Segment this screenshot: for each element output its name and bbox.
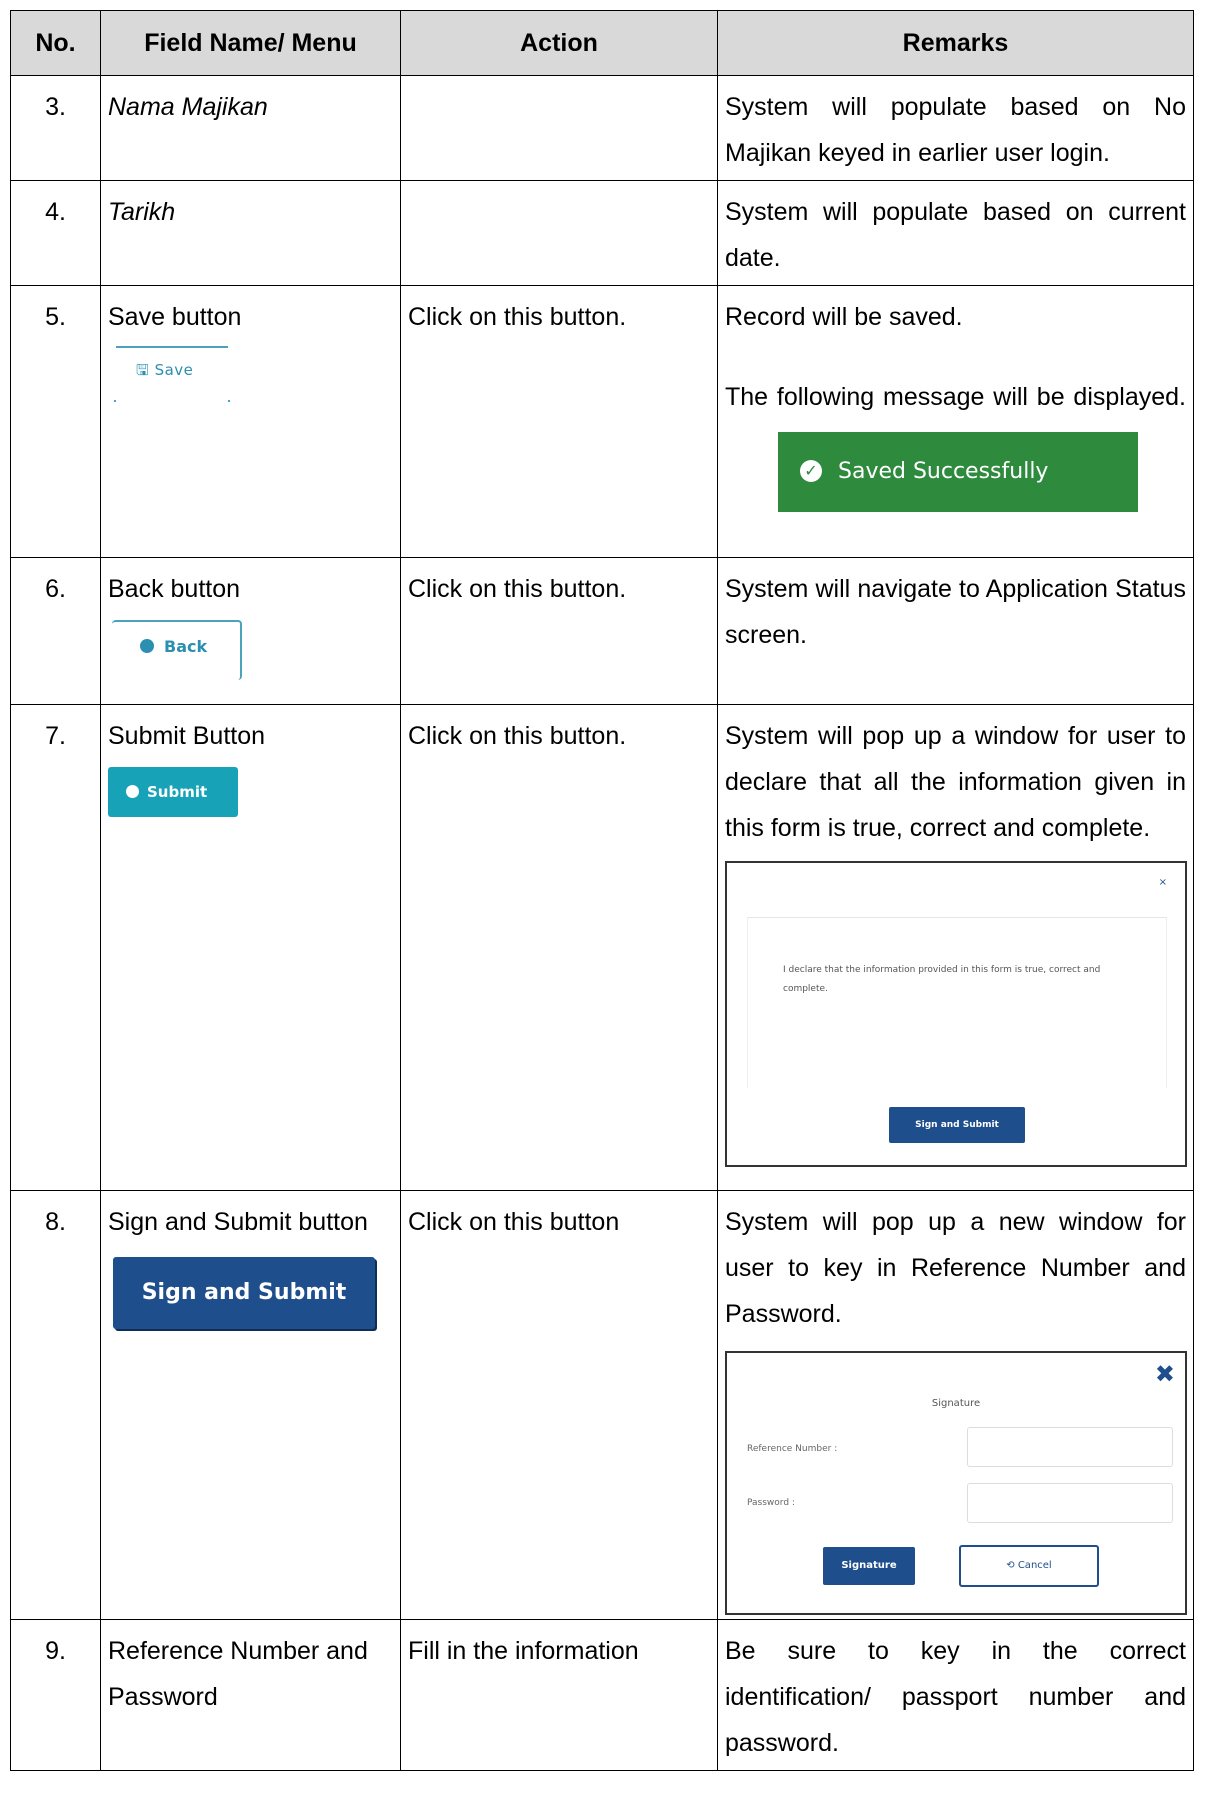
row-number: 6. — [10, 557, 101, 705]
back-button[interactable]: Back — [112, 620, 242, 680]
action-cell: Click on this button. — [400, 285, 718, 558]
remarks-cell: System will pop up a window for user to … — [717, 704, 1194, 1191]
row-number: 4. — [10, 180, 101, 286]
table-row: 5. Save button 🖫 Save Click on this butt… — [10, 285, 1194, 558]
table-row: 9. Reference Number and Password Fill in… — [10, 1619, 1194, 1771]
header-row: No. Field Name/ Menu Action Remarks — [10, 10, 1194, 76]
floppy-icon: 🖫 — [136, 361, 150, 379]
remarks-cell: Be sure to key in the correct identifica… — [717, 1619, 1194, 1771]
header-action: Action — [400, 10, 718, 76]
field-name: Sign and Submit button Sign and Submit — [100, 1190, 401, 1620]
field-name: Tarikh — [100, 180, 401, 286]
action-cell: Click on this button. — [400, 704, 718, 1191]
submit-button[interactable]: Submit — [108, 767, 238, 817]
field-name: Submit Button Submit — [100, 704, 401, 1191]
remarks-cell: Record will be saved. The following mess… — [717, 285, 1194, 558]
arrow-right-circle-icon — [126, 785, 139, 798]
action-cell — [400, 75, 718, 181]
row-number: 8. — [10, 1190, 101, 1620]
table-row: 3. Nama Majikan System will populate bas… — [10, 75, 1194, 181]
field-label: Save button — [108, 303, 242, 331]
remarks-cell: System will pop up a new window for user… — [717, 1190, 1194, 1620]
row-number: 9. — [10, 1619, 101, 1771]
save-button-label: 🖫 Save — [136, 361, 194, 379]
remarks-text: System will pop up a new window for user… — [725, 1208, 1186, 1328]
spec-table: No. Field Name/ Menu Action Remarks 3. N… — [10, 10, 1194, 1771]
remarks-cell: System will populate based on current da… — [717, 180, 1194, 286]
header-no: No. — [10, 10, 101, 76]
popup-title: Signature — [931, 1398, 981, 1409]
save-button[interactable]: 🖫 Save — [112, 346, 232, 404]
action-cell — [400, 180, 718, 286]
popup-body — [747, 917, 1167, 1088]
success-banner: ✓ Saved Successfully — [778, 432, 1138, 512]
password-input[interactable] — [967, 1483, 1173, 1523]
declaration-text: I declare that the information provided … — [783, 965, 1101, 994]
divider — [228, 400, 230, 402]
password-label: Password : — [747, 1498, 795, 1508]
field-label: Back button — [108, 575, 241, 603]
field-label: Submit Button — [108, 722, 266, 750]
action-cell: Click on this button. — [400, 557, 718, 705]
row-number: 7. — [10, 704, 101, 1191]
close-icon[interactable]: × — [1159, 877, 1167, 889]
reference-number-label: Reference Number : — [747, 1444, 838, 1454]
row-number: 5. — [10, 285, 101, 558]
field-name: Back button Back — [100, 557, 401, 705]
remarks-text: Record will be saved. — [725, 303, 963, 331]
sign-and-submit-button[interactable]: Sign and Submit — [113, 1257, 375, 1329]
divider — [116, 346, 228, 348]
row-number: 3. — [10, 75, 101, 181]
table-row: 7. Submit Button Submit Click on this bu… — [10, 704, 1194, 1191]
remarks-cell: System will navigate to Application Stat… — [717, 557, 1194, 705]
cancel-button[interactable]: ⟲ Cancel — [959, 1545, 1099, 1587]
signature-button[interactable]: Signature — [823, 1547, 915, 1585]
back-button-label: Back — [140, 636, 207, 658]
reference-number-input[interactable] — [967, 1427, 1173, 1467]
action-cell: Click on this button — [400, 1190, 718, 1620]
field-name: Reference Number and Password — [100, 1619, 401, 1771]
divider — [114, 400, 116, 402]
remarks-text: The following message will be displayed. — [725, 383, 1186, 411]
table-row: 8. Sign and Submit button Sign and Submi… — [10, 1190, 1194, 1620]
check-circle-icon: ✓ — [800, 460, 822, 482]
field-name: Nama Majikan — [100, 75, 401, 181]
table-row: 4. Tarikh System will populate based on … — [10, 180, 1194, 286]
signature-popup: ✖ Signature Reference Number : Password … — [725, 1351, 1187, 1615]
remarks-cell: System will populate based on No Majikan… — [717, 75, 1194, 181]
arrow-left-circle-icon — [140, 639, 154, 653]
header-remarks: Remarks — [717, 10, 1194, 76]
field-name: Save button 🖫 Save — [100, 285, 401, 558]
close-icon[interactable]: ✖ — [1155, 1361, 1175, 1387]
header-field: Field Name/ Menu — [100, 10, 401, 76]
action-cell: Fill in the information — [400, 1619, 718, 1771]
banner-text: Saved Successfully — [838, 459, 1049, 484]
field-label: Sign and Submit button — [108, 1208, 368, 1236]
declaration-popup: × I declare that the information provide… — [725, 861, 1187, 1167]
cancel-icon: ⟲ — [1006, 1560, 1018, 1571]
popup-sign-submit-button[interactable]: Sign and Submit — [889, 1107, 1025, 1143]
table-row: 6. Back button Back Click on this button… — [10, 557, 1194, 705]
remarks-text: System will pop up a window for user to … — [725, 722, 1186, 842]
